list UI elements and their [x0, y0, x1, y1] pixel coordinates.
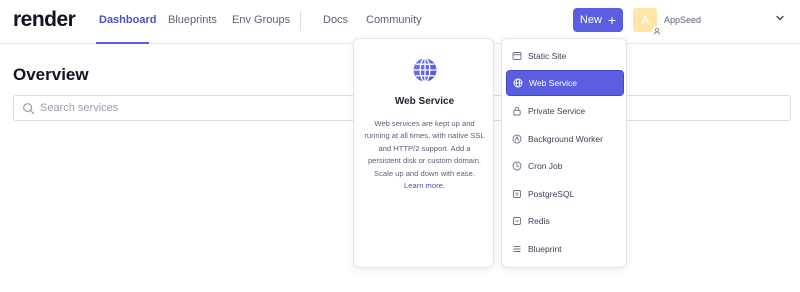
menu-item-label: Static Site [528, 51, 567, 61]
menu-item-label: Redis [528, 216, 550, 226]
new-button[interactable]: New + [573, 8, 623, 32]
menu-item-label: Blueprint [528, 244, 562, 254]
menu-item-label: Background Worker [528, 134, 603, 144]
search-icon [23, 103, 35, 115]
nav-dashboard[interactable]: Dashboard [99, 14, 156, 26]
user-badge-icon [652, 26, 662, 36]
menu-item-postgresql[interactable]: PostgreSQL [506, 181, 624, 207]
page-title: Overview [13, 65, 89, 84]
menu-item-static-site[interactable]: Static Site [506, 43, 624, 69]
redis-icon [513, 217, 521, 225]
description-body: Web services are kept up and running at … [364, 118, 485, 192]
menu-item-label: Web Service [529, 78, 578, 88]
new-button-label: New [579, 14, 602, 26]
plus-icon: + [607, 12, 617, 28]
worker-icon [512, 134, 522, 144]
search-input[interactable] [40, 99, 340, 117]
nav-community[interactable]: Community [366, 14, 422, 26]
menu-item-redis[interactable]: Redis [506, 208, 624, 234]
menu-item-cron-job[interactable]: Cron Job [506, 153, 624, 179]
static-site-icon [512, 52, 522, 60]
menu-item-label: Cron Job [528, 161, 563, 171]
learn-more-link[interactable]: Learn more. [364, 180, 485, 192]
blueprint-icon [513, 246, 521, 252]
render-logo[interactable]: render [13, 8, 76, 32]
menu-item-label: Private Service [528, 106, 586, 116]
nav-divider [300, 11, 301, 31]
nav-blueprints[interactable]: Blueprints [168, 14, 217, 26]
nav-active-underline [96, 42, 149, 44]
chevron-down-icon[interactable] [775, 13, 785, 23]
service-description-panel: Web Service Web services are kept up and… [353, 38, 494, 268]
new-service-menu: Static Site Web Service Private Service … [501, 38, 627, 268]
menu-item-web-service[interactable]: Web Service [506, 70, 624, 96]
user-name[interactable]: AppSeed [664, 15, 701, 25]
menu-item-label: PostgreSQL [528, 189, 575, 199]
database-icon [513, 190, 521, 198]
menu-item-blueprint[interactable]: Blueprint [506, 236, 624, 262]
nav-docs[interactable]: Docs [323, 14, 348, 26]
menu-item-private-service[interactable]: Private Service [506, 98, 624, 124]
globe-icon [513, 78, 523, 88]
clock-icon [512, 161, 522, 171]
menu-item-background-worker[interactable]: Background Worker [506, 126, 624, 152]
lock-icon [513, 106, 521, 116]
description-title: Web Service [394, 96, 455, 107]
globe-icon [413, 57, 437, 83]
description-text: Web services are kept up and running at … [364, 119, 485, 178]
nav-env-groups[interactable]: Env Groups [232, 14, 290, 26]
